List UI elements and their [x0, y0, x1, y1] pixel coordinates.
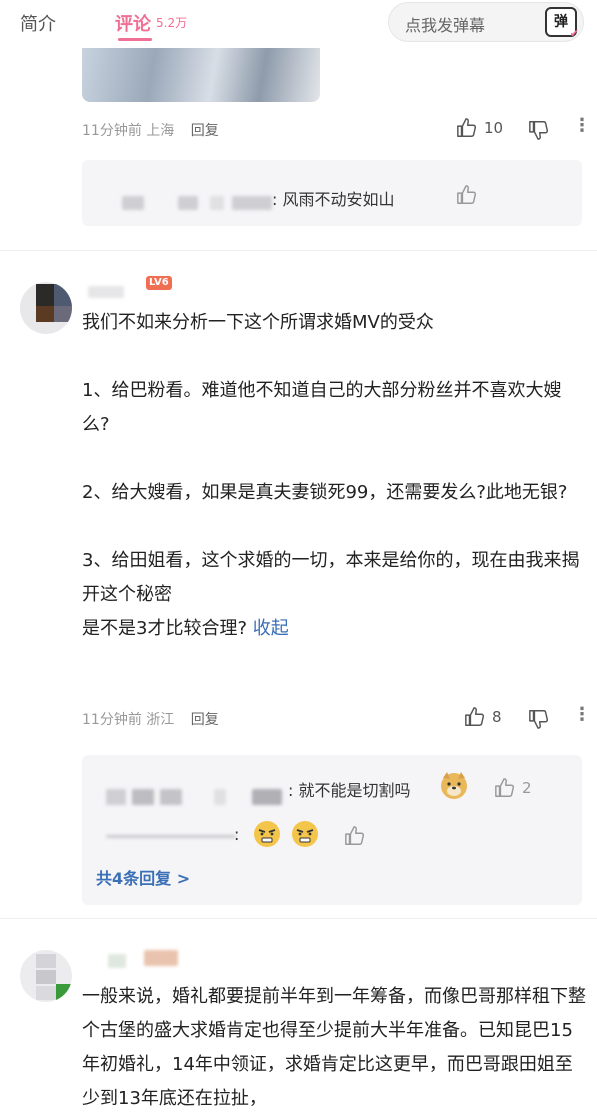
comment-body: 我们不如来分析一下这个所谓求婚MV的受众 1、给巴粉看。难道他不知道自己的大部分…: [82, 306, 582, 646]
thumbs-up-icon: [457, 118, 477, 137]
redacted-username: [106, 835, 236, 838]
grimace-emoji: [252, 819, 282, 853]
doge-emoji: [438, 769, 470, 805]
reply-button[interactable]: 回复: [191, 123, 219, 139]
sub-reply-text: : 就不能是切割吗: [288, 781, 411, 800]
thumbs-up-icon: [495, 778, 515, 797]
danmaku-input[interactable]: 点我发弹幕: [405, 12, 485, 36]
comment-time: 11分钟前: [82, 712, 142, 728]
like-button[interactable]: 8: [464, 706, 502, 728]
danmaku-button-label: 弹: [554, 14, 568, 30]
comment-paragraph: 2、给大嫂看，如果是真夫妻锁死99，还需要发么?此地无银?: [82, 482, 568, 503]
avatar[interactable]: [20, 282, 72, 334]
comment-location: 浙江: [146, 712, 175, 728]
comments-count: 5.2万: [156, 16, 188, 30]
more-options-icon[interactable]: ⋮: [573, 115, 591, 136]
redacted-username: [106, 789, 126, 805]
comment-meta: 11分钟前 上海 回复: [82, 120, 219, 140]
more-options-icon[interactable]: ⋮: [573, 704, 591, 725]
like-button[interactable]: 10: [456, 117, 503, 139]
comment-paragraph: 我们不如来分析一下这个所谓求婚MV的受众: [82, 312, 434, 333]
comment-divider: [0, 250, 597, 251]
like-button[interactable]: 2: [494, 777, 532, 799]
thumbs-up-icon[interactable]: [344, 825, 366, 847]
comment-divider: [0, 918, 597, 919]
redacted-username: [214, 789, 226, 805]
sub-reply-box: : 就不能是切割吗 2 : 共4条回复 >: [82, 755, 582, 905]
check-icon: ✔: [569, 27, 579, 40]
redacted-username: [232, 196, 272, 210]
avatar[interactable]: [20, 950, 72, 1002]
comment-image[interactable]: [82, 48, 320, 102]
comment-time: 11分钟前: [82, 123, 142, 139]
top-tab-bar: 简介 评论 5.2万 点我发弹幕 弹 ✔: [0, 0, 597, 48]
sub-reply-box: : 风雨不动安如山: [82, 160, 582, 226]
tab-comments[interactable]: 评论: [115, 10, 151, 36]
view-more-replies-link[interactable]: 共4条回复 >: [96, 865, 190, 889]
tab-intro[interactable]: 简介: [20, 10, 56, 36]
reply-button[interactable]: 回复: [191, 712, 219, 728]
redacted-username: [88, 286, 124, 298]
user-level-badge: LV6: [146, 276, 172, 290]
redacted-username: [144, 950, 178, 966]
redacted-username: [122, 196, 144, 210]
like-count: 10: [484, 119, 504, 137]
comment-location: 上海: [146, 123, 175, 139]
collapse-link[interactable]: 收起: [253, 618, 289, 639]
comment-paragraph: 是不是3才比较合理?: [82, 618, 248, 639]
redacted-username: [132, 789, 154, 805]
redacted-username: [160, 789, 182, 805]
grimace-emoji: [290, 819, 320, 853]
danmaku-input-box[interactable]: 点我发弹幕 弹 ✔: [388, 2, 584, 42]
like-count: 2: [522, 779, 532, 797]
redacted-username: [178, 196, 198, 210]
sub-reply-text: : 风雨不动安如山: [272, 190, 395, 209]
like-count: 8: [492, 708, 502, 726]
redacted-username: [108, 954, 126, 968]
sub-reply-text: :: [234, 825, 240, 844]
comment-body: 一般来说，婚礼都要提前半年到一年筹备，而像巴哥那样租下整个古堡的盛大求婚肯定也得…: [82, 986, 586, 1109]
comment-paragraph: 1、给巴粉看。难道他不知道自己的大部分粉丝并不喜欢大嫂么?: [82, 380, 562, 435]
redacted-username: [252, 789, 282, 805]
comment-paragraph: 3、给田姐看，这个求婚的一切，本来是给你的，现在由我来揭开这个秘密: [82, 550, 580, 605]
thumbs-up-icon: [465, 707, 485, 726]
active-tab-indicator: [118, 38, 152, 41]
redacted-username: [210, 196, 224, 210]
thumbs-down-icon[interactable]: [528, 119, 550, 141]
thumbs-down-icon[interactable]: [528, 708, 550, 730]
thumbs-up-icon[interactable]: [456, 184, 478, 206]
danmaku-toggle-button[interactable]: 弹 ✔: [545, 7, 579, 40]
comment-meta: 11分钟前 浙江 回复: [82, 709, 219, 729]
